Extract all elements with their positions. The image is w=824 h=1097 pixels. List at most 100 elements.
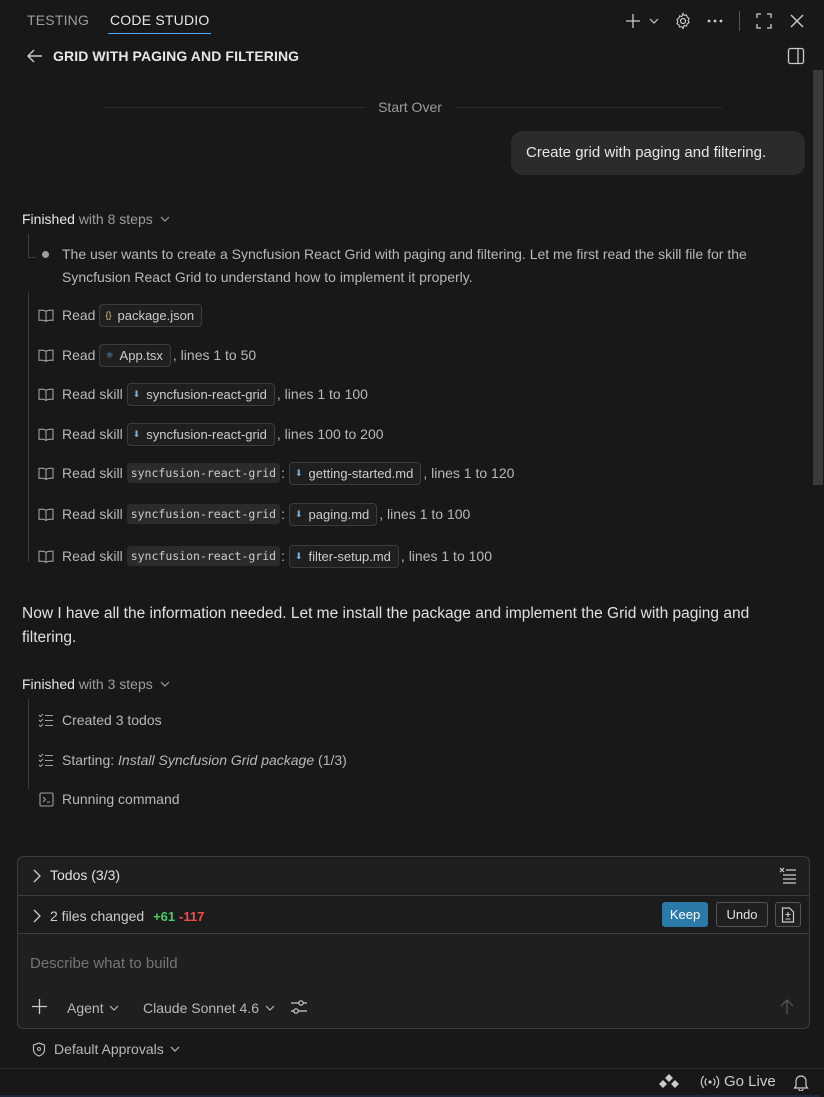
chevron-down-icon [265, 1005, 275, 1011]
go-live-label: Go Live [724, 1073, 776, 1090]
file-chip[interactable]: {} package.json [99, 303, 203, 327]
file-type-icon: {} [105, 310, 112, 320]
chevron-down-icon [160, 216, 170, 222]
finished-label: Finished [22, 211, 75, 227]
maximize-icon[interactable] [753, 10, 775, 32]
tab-testing[interactable]: TESTING [27, 12, 89, 28]
read-step: Read ⚛ App.tsx , lines 1 to 50 [62, 343, 256, 367]
shield-icon [32, 1041, 46, 1057]
line-range: , lines 100 to 200 [276, 426, 384, 442]
assistant-message: Now I have all the information needed. L… [22, 605, 750, 646]
step-verb: Read skill [62, 465, 123, 481]
file-chip[interactable]: ⬇ syncfusion-react-grid [126, 382, 275, 406]
line-range: , lines 1 to 100 [400, 548, 492, 564]
step-progress: (1/3) [314, 752, 347, 768]
colon-separator: : [281, 506, 285, 522]
approvals-picker[interactable]: Default Approvals [32, 1041, 180, 1057]
broadcast-icon [700, 1075, 720, 1088]
go-live-button[interactable]: Go Live [700, 1073, 776, 1090]
tree-line [28, 234, 29, 258]
read-step: Read {} package.json [62, 303, 204, 327]
skill-name-code: syncfusion-react-grid [126, 504, 281, 524]
agent-mode-picker[interactable]: Agent [67, 1000, 119, 1016]
keep-button[interactable]: Keep [662, 902, 708, 927]
step-prefix: Starting: [62, 752, 115, 768]
step-task: Install Syncfusion Grid package [118, 752, 315, 768]
scrollbar[interactable] [813, 70, 823, 485]
file-chip[interactable]: ⬇ syncfusion-react-grid [126, 422, 275, 446]
file-type-icon: ⬇ [132, 428, 141, 439]
files-changed-row[interactable]: 2 files changed +61 -117 Keep Undo [18, 896, 809, 934]
file-chip[interactable]: ⬇ getting-started.md [289, 461, 422, 485]
status-bar: Go Live [0, 1068, 824, 1097]
send-arrow-icon[interactable] [780, 999, 794, 1015]
file-name: syncfusion-react-grid [146, 426, 267, 442]
file-name: syncfusion-react-grid [146, 386, 267, 402]
file-chip[interactable]: ⬇ filter-setup.md [289, 544, 399, 568]
step-verb: Read skill [62, 548, 123, 564]
step-verb: Read skill [62, 506, 123, 522]
close-icon[interactable] [786, 10, 808, 32]
file-type-icon: ⬇ [132, 388, 141, 399]
chevron-down-icon [160, 681, 170, 687]
chat-input[interactable] [30, 950, 730, 976]
tree-line [28, 699, 29, 789]
read-step: Read skill ⬇ syncfusion-react-grid , lines … [62, 382, 368, 406]
book-icon [38, 506, 54, 522]
book-icon [38, 548, 54, 564]
plus-icon[interactable] [32, 999, 47, 1014]
undo-button[interactable]: Undo [716, 902, 768, 927]
line-range: , lines 1 to 100 [379, 506, 471, 522]
thought-text: The user wants to create a Syncfusion Re… [62, 246, 747, 285]
bell-icon[interactable] [793, 1073, 809, 1091]
file-diff-icon [781, 906, 795, 923]
copilot-icon[interactable] [659, 1073, 679, 1091]
file-type-icon: ⬇ [295, 467, 303, 478]
file-chip[interactable]: ⬇ paging.md [289, 502, 378, 526]
skill-name-code: syncfusion-react-grid [126, 546, 281, 566]
todos-label: Todos (3/3) [50, 867, 121, 883]
steps-count: with 8 steps [78, 211, 153, 227]
step-running-command: Running command [62, 791, 180, 807]
step-created-todos: Created 3 todos [62, 712, 162, 728]
chat-input-panel: Todos (3/3) 2 files changed +61 -117 Kee… [17, 856, 810, 1029]
book-icon [38, 465, 54, 481]
file-name: getting-started.md [308, 465, 414, 481]
clear-list-icon[interactable] [779, 866, 797, 884]
model-picker[interactable]: Claude Sonnet 4.6 [143, 1000, 275, 1016]
view-diff-button[interactable] [775, 902, 801, 927]
files-changed-summary: 2 files changed +61 -117 [50, 908, 204, 924]
chevron-down-icon [170, 1046, 180, 1052]
read-step: Read skill ⬇ syncfusion-react-grid , lines … [62, 422, 384, 446]
split-panel-icon[interactable] [785, 45, 807, 67]
colon-separator: : [281, 548, 285, 564]
chevron-down-icon[interactable] [647, 13, 661, 29]
file-name: paging.md [308, 506, 370, 522]
gear-icon[interactable] [672, 10, 694, 32]
line-range: , lines 1 to 50 [172, 347, 257, 363]
steps-summary-1[interactable]: Finished with 8 steps [22, 211, 170, 227]
chevron-down-icon [110, 1005, 119, 1011]
todos-row[interactable]: Todos (3/3) [18, 857, 809, 896]
tree-line [28, 292, 29, 562]
step-verb: Read [62, 347, 96, 363]
steps-count: with 3 steps [78, 676, 153, 692]
tab-code-studio[interactable]: CODE STUDIO [107, 12, 212, 34]
chevron-right-icon [33, 909, 41, 923]
arrow-left-icon[interactable] [25, 46, 45, 66]
plus-icon[interactable] [623, 11, 643, 31]
steps-summary-2[interactable]: Finished with 3 steps [22, 676, 170, 692]
sliders-icon[interactable] [290, 999, 308, 1015]
line-range: , lines 1 to 120 [423, 465, 515, 481]
chevron-right-icon [33, 869, 41, 883]
model-label: Claude Sonnet 4.6 [143, 1000, 259, 1016]
finished-label: Finished [22, 676, 75, 692]
ellipsis-icon[interactable] [704, 10, 726, 32]
step-starting: Starting: Install Syncfusion Grid packag… [62, 748, 347, 772]
file-name: filter-setup.md [308, 548, 391, 564]
toolbar-divider [739, 11, 740, 31]
terminal-icon [38, 791, 54, 807]
step-verb: Read skill [62, 386, 123, 402]
read-step: Read skill syncfusion-react-grid: ⬇ paging.… [62, 502, 470, 526]
file-chip[interactable]: ⚛ App.tsx [99, 343, 171, 367]
